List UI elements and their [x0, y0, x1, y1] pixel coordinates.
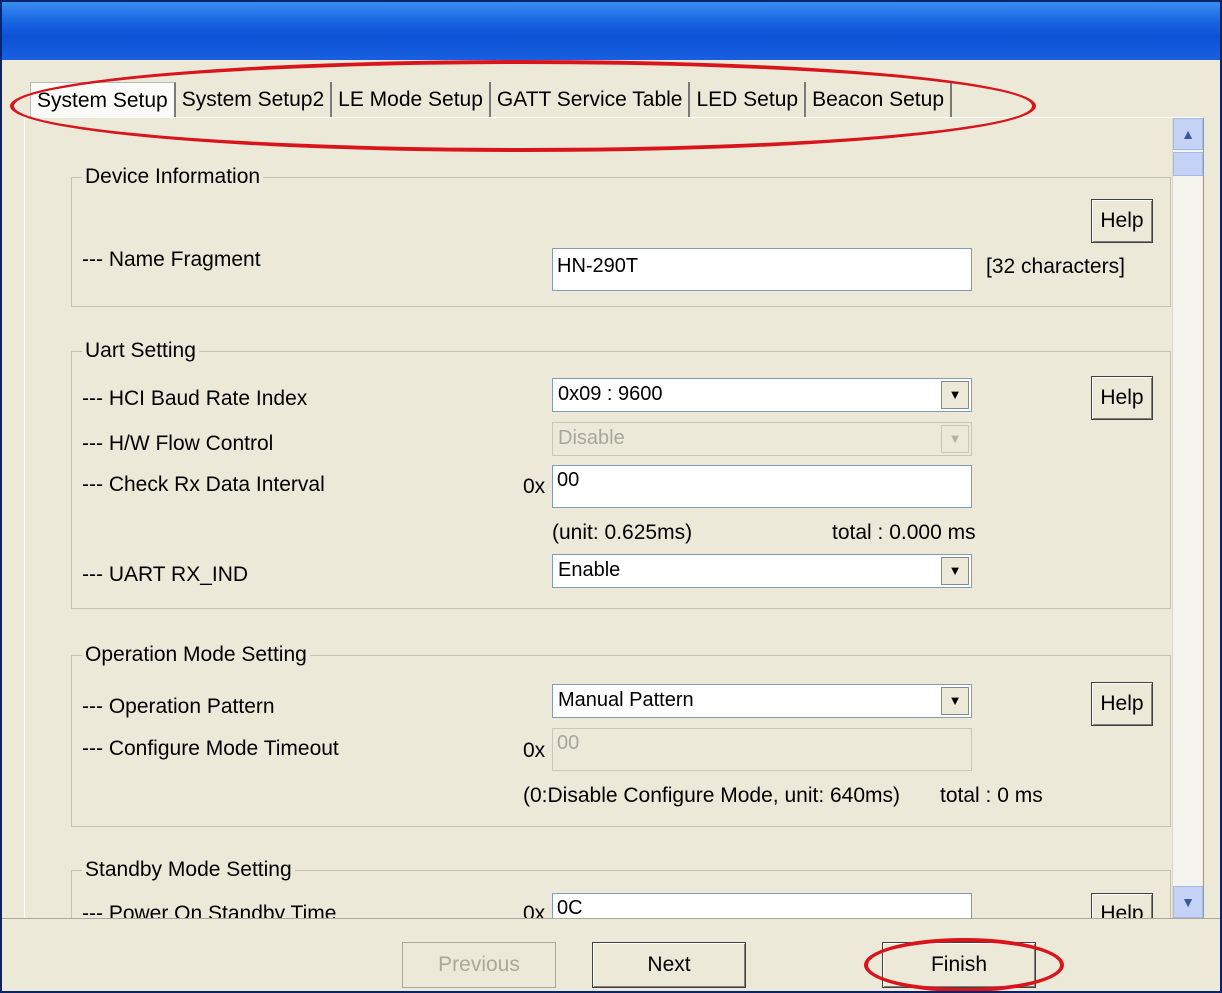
- configure-timeout-input: 00: [552, 728, 972, 771]
- tab-beacon-setup[interactable]: Beacon Setup: [806, 82, 952, 118]
- name-fragment-label: --- Name Fragment: [82, 248, 261, 271]
- footer-divider: [2, 918, 1220, 919]
- rx-interval-input[interactable]: 00: [552, 465, 972, 508]
- vertical-scrollbar[interactable]: ▲ ▼: [1172, 118, 1203, 918]
- rx-interval-label: --- Check Rx Data Interval: [82, 473, 325, 496]
- standby-mode-group: Standby Mode Setting --- Power On Standb…: [71, 857, 1171, 919]
- operation-pattern-value: Manual Pattern: [558, 689, 694, 711]
- uart-rx-ind-label: --- UART RX_IND: [82, 563, 249, 586]
- down-arrow-icon[interactable]: ▼: [941, 381, 969, 409]
- rx-interval-total: total : 0.000 ms: [832, 521, 976, 544]
- tab-strip: System Setup System Setup2 LE Mode Setup…: [30, 82, 952, 118]
- tab-led-setup[interactable]: LED Setup: [690, 82, 807, 118]
- setup-window: System Setup System Setup2 LE Mode Setup…: [0, 0, 1222, 993]
- hex-prefix: 0x: [523, 475, 546, 498]
- chevron-down-icon[interactable]: ▼: [1173, 886, 1203, 918]
- finish-button[interactable]: Finish: [882, 942, 1036, 988]
- device-help-button[interactable]: Help: [1091, 199, 1153, 243]
- uart-setting-group: Uart Setting --- HCI Baud Rate Index 0x0…: [71, 338, 1171, 609]
- chevron-up-icon[interactable]: ▲: [1173, 118, 1203, 150]
- tab-le-mode-setup[interactable]: LE Mode Setup: [332, 82, 491, 118]
- group-title: Uart Setting: [82, 338, 199, 364]
- title-bar[interactable]: [2, 2, 1220, 60]
- configure-timeout-total: total : 0 ms: [940, 784, 1043, 807]
- flow-control-value: Disable: [558, 427, 625, 449]
- flow-control-select: Disable ▼: [552, 422, 972, 456]
- baud-rate-value: 0x09 : 9600: [558, 383, 663, 405]
- name-fragment-input[interactable]: HN-290T: [552, 248, 972, 291]
- standby-time-input[interactable]: 0C: [552, 893, 972, 919]
- uart-help-button[interactable]: Help: [1091, 376, 1153, 420]
- configure-timeout-note: (0:Disable Configure Mode, unit: 640ms): [523, 784, 901, 807]
- settings-panel: Device Information Help --- Name Fragmen…: [24, 117, 1204, 919]
- uart-rx-ind-value: Enable: [558, 559, 621, 581]
- baud-rate-label: --- HCI Baud Rate Index: [82, 387, 308, 410]
- standby-help-button[interactable]: Help: [1091, 893, 1153, 919]
- group-title: Device Information: [82, 164, 264, 190]
- standby-time-label: --- Power On Standby Time: [82, 902, 337, 919]
- hex-prefix: 0x: [523, 902, 546, 919]
- configure-timeout-label: --- Configure Mode Timeout: [82, 737, 339, 760]
- flow-control-label: --- H/W Flow Control: [82, 432, 274, 455]
- hex-prefix: 0x: [523, 739, 546, 762]
- next-button[interactable]: Next: [592, 942, 746, 988]
- device-information-group: Device Information Help --- Name Fragmen…: [71, 164, 1171, 307]
- tab-gatt-service-table[interactable]: GATT Service Table: [491, 82, 691, 118]
- down-arrow-icon[interactable]: ▼: [941, 557, 969, 585]
- name-length-hint: [32 characters]: [986, 255, 1125, 278]
- group-title: Standby Mode Setting: [82, 857, 295, 883]
- tab-system-setup[interactable]: System Setup: [30, 82, 176, 118]
- operation-pattern-label: --- Operation Pattern: [82, 695, 275, 718]
- tab-system-setup2[interactable]: System Setup2: [176, 82, 333, 118]
- down-arrow-icon: ▼: [941, 425, 969, 453]
- uart-rx-ind-select[interactable]: Enable ▼: [552, 554, 972, 588]
- previous-button[interactable]: Previous: [402, 942, 556, 988]
- down-arrow-icon[interactable]: ▼: [941, 687, 969, 715]
- baud-rate-select[interactable]: 0x09 : 9600 ▼: [552, 378, 972, 412]
- operation-help-button[interactable]: Help: [1091, 682, 1153, 726]
- operation-mode-group: Operation Mode Setting --- Operation Pat…: [71, 642, 1171, 827]
- rx-interval-unit: (unit: 0.625ms): [552, 521, 693, 544]
- group-title: Operation Mode Setting: [82, 642, 310, 668]
- operation-pattern-select[interactable]: Manual Pattern ▼: [552, 684, 972, 718]
- scroll-thumb[interactable]: [1173, 152, 1203, 176]
